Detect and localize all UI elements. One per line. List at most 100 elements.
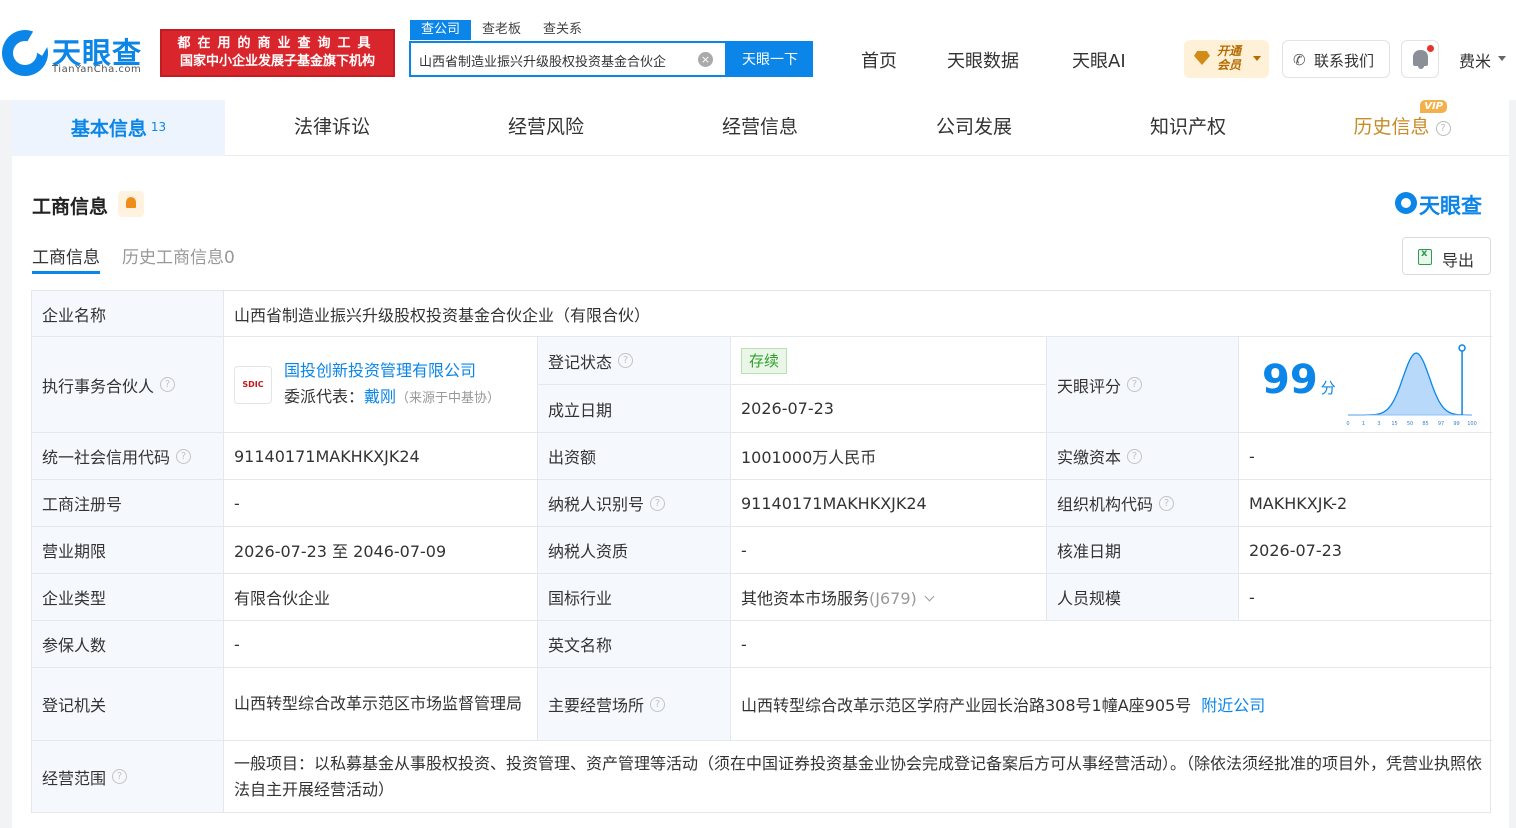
help-icon[interactable]: ? <box>1127 377 1143 392</box>
score-marker-dot <box>1458 344 1466 352</box>
value-capital: 1001000万人民币 <box>731 433 1047 480</box>
excel-icon <box>1418 248 1432 265</box>
section-title: 工商信息 <box>32 196 109 218</box>
value-industry[interactable]: 其他资本市场服务(J679) <box>731 574 1047 621</box>
label-text: 英文名称 <box>548 636 613 655</box>
label-text: 人员规模 <box>1057 589 1122 608</box>
vip-label-line-1: 开通 <box>1217 44 1242 58</box>
score-tick-label: 0 <box>1346 421 1349 427</box>
value-reg-no: - <box>224 480 538 527</box>
search-input-value[interactable]: 山西省制造业振兴升级股权投资基金合伙企 <box>419 51 695 70</box>
bell-icon <box>126 197 136 208</box>
contact-us-button[interactable]: ✆ 联系我们 <box>1282 40 1390 78</box>
label-paid-capital: 实缴资本? <box>1047 433 1239 480</box>
found-date-text: 2026-07-23 <box>741 399 834 418</box>
help-icon[interactable]: ? <box>618 353 634 368</box>
search-tab-company[interactable]: 查公司 <box>410 20 472 40</box>
tab-basic-info[interactable]: 基本信息 13 <box>12 100 225 156</box>
label-term: 营业期限 <box>32 527 224 574</box>
score-unit: 分 <box>1320 379 1336 397</box>
search-button[interactable]: 天眼一下 <box>727 41 813 77</box>
contact-us-label: 联系我们 <box>1314 52 1375 70</box>
partner-logo-text: SDIC <box>242 380 264 389</box>
search-tab-boss[interactable]: 查老板 <box>471 20 532 40</box>
tab-ip[interactable]: 知识产权 <box>1081 100 1295 156</box>
vip-badge: VIP <box>1420 100 1447 113</box>
brand-watermark-logo: 天眼查 <box>1395 190 1495 218</box>
partner-name-link[interactable]: 国投创新投资管理有限公司 <box>284 358 500 384</box>
help-icon[interactable]: ? <box>112 769 128 784</box>
value-english: - <box>731 621 1492 668</box>
subtab-history-business-info[interactable]: 历史工商信息0 <box>122 243 235 268</box>
label-found-date: 成立日期 <box>538 385 731 433</box>
english-text: - <box>741 634 747 654</box>
delegate-label: 委派代表： <box>284 386 365 406</box>
tax-id-text: 91140171MAKHKXJK24 <box>741 493 927 513</box>
partner-logo[interactable]: SDIC <box>234 365 272 404</box>
open-vip-button[interactable]: 开通 会员 <box>1184 40 1269 78</box>
label-text: 出资额 <box>548 448 597 467</box>
search-tab-relation[interactable]: 查关系 <box>532 20 593 40</box>
value-address: 山西转型综合改革示范区学府产业园长治路308号1幢A座905号 附近公司 <box>731 668 1492 741</box>
industry-text: 其他资本市场服务 <box>741 589 870 608</box>
org-code-text: MAKHKXJK-2 <box>1249 493 1348 513</box>
tab-basic-info-label: 基本信息 <box>70 118 147 140</box>
reg-no-text: - <box>234 493 240 513</box>
type-text: 有限合伙企业 <box>234 589 331 608</box>
label-text: 登记机关 <box>42 696 107 715</box>
tab-legal[interactable]: 法律诉讼 <box>225 100 439 156</box>
help-icon[interactable]: ? <box>650 696 666 712</box>
bell-icon <box>1413 50 1428 69</box>
help-icon[interactable]: ? <box>176 448 192 464</box>
value-scope: 一般项目：以私募基金从事股权投资、投资管理、资产管理等活动（须在中国证券投资基金… <box>224 741 1492 812</box>
value-score[interactable]: 99 分 0 1 3 15 50 85 97 99 100 <box>1239 337 1492 433</box>
search-input[interactable]: 山西省制造业振兴升级股权投资基金合伙企 × <box>409 41 727 77</box>
logo-subtitle: TianYanCha.com <box>52 64 142 75</box>
label-text: 经营范围 <box>42 768 107 788</box>
export-button[interactable]: 导出 <box>1402 237 1491 275</box>
tab-business[interactable]: 经营信息 <box>653 100 867 156</box>
subscribe-alert-button[interactable] <box>118 191 144 217</box>
subtab-business-info[interactable]: 工商信息 <box>32 243 100 274</box>
scope-text: 一般项目：以私募基金从事股权投资、投资管理、资产管理等活动（须在中国证券投资基金… <box>234 753 1483 799</box>
help-icon[interactable]: ? <box>160 377 176 392</box>
score-tick-label: 15 <box>1391 421 1397 427</box>
address-text: 山西转型综合改革示范区学府产业园长治路308号1幢A座905号 <box>741 696 1192 715</box>
value-term: 2026-07-23 至 2046-07-09 <box>224 527 538 574</box>
help-icon[interactable]: ? <box>1127 448 1143 464</box>
label-text: 纳税人资质 <box>548 542 629 561</box>
nav-tianyan-data[interactable]: 天眼数据 <box>947 47 1019 72</box>
company-name-text: 山西省制造业振兴升级股权投资基金合伙企业（有限合伙） <box>234 305 651 325</box>
delegate-name-link[interactable]: 戴刚 <box>364 387 396 406</box>
help-icon[interactable]: ? <box>1435 121 1451 136</box>
top-header: 天眼查 TianYanCha.com 都在用的商业查询工具 国家中小企业发展子基… <box>0 0 1516 100</box>
clear-icon[interactable]: × <box>698 52 713 67</box>
authority-text: 山西转型综合改革示范区市场监督管理局 <box>234 694 523 713</box>
label-reg-status: 登记状态? <box>538 337 731 385</box>
nav-tianyan-ai[interactable]: 天眼AI <box>1072 47 1126 72</box>
tab-history[interactable]: 历史信息? VIP <box>1295 100 1509 156</box>
help-icon[interactable]: ? <box>650 495 666 511</box>
tianyancha-logo[interactable]: 天眼查 TianYanCha.com <box>0 30 155 78</box>
nav-home[interactable]: 首页 <box>861 47 897 72</box>
diamond-icon <box>1194 51 1210 65</box>
value-partner: SDIC 国投创新投资管理有限公司 委派代表：戴刚（来源于中基协） <box>224 337 538 433</box>
tab-development[interactable]: 公司发展 <box>867 100 1081 156</box>
chevron-down-icon[interactable] <box>1498 56 1506 61</box>
label-partner: 执行事务合伙人? <box>32 337 224 433</box>
user-menu[interactable]: 费米 <box>1459 48 1491 72</box>
score-number: 99 <box>1262 357 1318 403</box>
promo-banner[interactable]: 都在用的商业查询工具 国家中小企业发展子基金旗下机构 <box>160 29 395 77</box>
tab-risk[interactable]: 经营风险 <box>439 100 653 156</box>
chevron-down-icon[interactable] <box>924 591 935 602</box>
help-icon[interactable]: ? <box>1159 495 1175 511</box>
label-text: 参保人数 <box>42 636 107 655</box>
notification-button[interactable] <box>1401 40 1439 78</box>
value-authority: 山西转型综合改革示范区市场监督管理局 <box>224 668 538 741</box>
score-tick-label: 100 <box>1467 421 1477 427</box>
banner-line-2: 国家中小企业发展子基金旗下机构 <box>179 54 375 69</box>
nearby-companies-link[interactable]: 附近公司 <box>1201 696 1265 715</box>
score-tick-label: 97 <box>1438 421 1444 427</box>
label-reg-no: 工商注册号 <box>32 480 224 527</box>
value-org-code: MAKHKXJK-2 <box>1239 480 1492 527</box>
